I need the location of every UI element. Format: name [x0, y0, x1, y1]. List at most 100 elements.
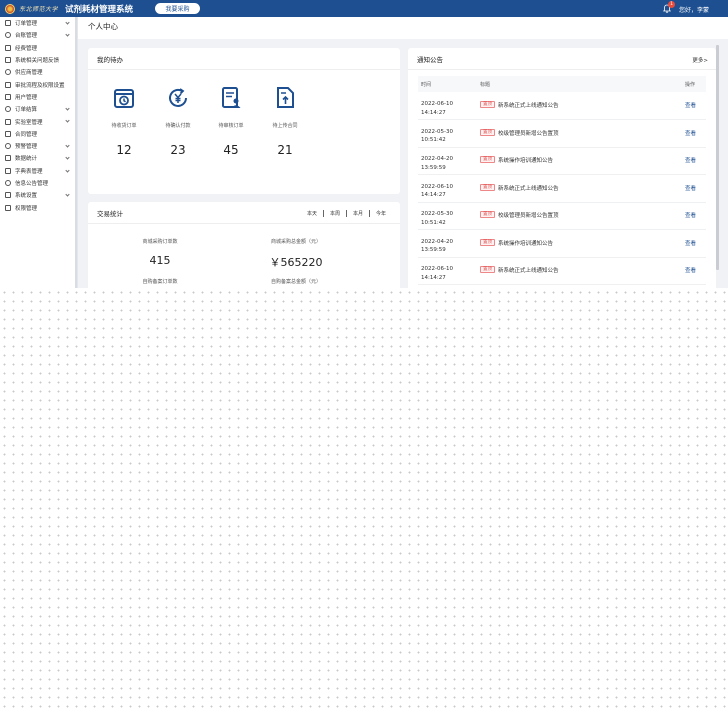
view-link[interactable]: 查看	[685, 156, 696, 164]
stat-value: 415	[149, 254, 171, 267]
notice-clock: 13:59:59	[421, 164, 446, 171]
notice-time: 2022-06-10 14:14:27	[421, 100, 453, 117]
chevron-down-icon	[65, 155, 70, 160]
sidebar-menu: 订单管理台账管理经费管理系统相关问题反馈 供应商管理审批流程及权限设置 用户管理订单…	[0, 17, 77, 214]
table-row: 2022-05-30 10:51:42 置顶 校级管理员新增公告置顶 查看	[418, 204, 706, 230]
top-header: 东北师范大学 试剂耗材管理系统 我要采购 1 您好，李蒙	[0, 0, 728, 17]
pinned-badge: 置顶	[480, 211, 495, 218]
todo-label: 待确认付款	[165, 123, 191, 129]
notice-date: 2022-06-10	[421, 101, 453, 107]
order-icon	[5, 20, 11, 27]
sidebar-item[interactable]: 用户管理	[0, 91, 77, 103]
notice-title[interactable]: 系统操作培训通知公告	[498, 156, 553, 164]
notice-time: 2022-05-30 10:51:42	[421, 128, 453, 145]
system-title: 试剂耗材管理系统	[65, 4, 134, 15]
sidebar-item-label: 审批流程及权限设置	[15, 82, 65, 89]
sidebar-item-label: 订单结算	[15, 107, 38, 114]
todo-item-pending-contract[interactable]: 待上传合同 21	[260, 86, 310, 157]
more-link[interactable]: 更多>	[692, 56, 708, 64]
tab-today[interactable]: 本天	[301, 210, 323, 217]
buy-button[interactable]: 我要采购	[155, 3, 200, 14]
pinned-badge: 置顶	[480, 101, 495, 108]
table-row: 2022-06-10 14:14:27 置顶 新系统正式上线通知公告 查看	[418, 259, 706, 285]
page-title: 个人中心	[78, 17, 728, 39]
sidebar-item-label: 实验室管理	[15, 119, 43, 126]
chevron-down-icon	[65, 106, 70, 111]
notice-date: 2022-06-10	[421, 183, 453, 190]
stat-label: 商城采购订单数	[142, 239, 178, 245]
notice-title[interactable]: 校级管理员新增公告置顶	[498, 211, 559, 219]
view-link[interactable]: 查看	[685, 184, 696, 192]
announcement-icon	[5, 180, 11, 186]
yuan-refresh-icon	[169, 88, 187, 107]
view-link[interactable]: 查看	[685, 129, 696, 137]
settings-icon	[5, 192, 11, 199]
stats-icon	[5, 155, 11, 162]
notice-time: 2022-05-30 10:51:42	[421, 210, 453, 227]
notice-clock: 14:14:27	[421, 192, 446, 198]
page-scrollbar[interactable]	[716, 45, 719, 270]
todo-count: 45	[223, 143, 239, 157]
settlement-icon	[5, 106, 11, 113]
chevron-down-icon	[65, 32, 70, 37]
sidebar-item-label: 经费管理	[15, 45, 38, 52]
notice-title[interactable]: 新系统正式上线通知公告	[498, 184, 559, 192]
sidebar-item[interactable]: 供应商管理	[0, 66, 77, 78]
todo-item-pending-review[interactable]: 待审核订单 45	[206, 86, 256, 157]
sidebar-item[interactable]: 信息公告管理	[0, 177, 77, 189]
notice-title[interactable]: 新系统正式上线通知公告	[498, 266, 559, 274]
stat-label: 商城采购总金额（元）	[270, 239, 321, 245]
sidebar-item[interactable]: 实验室管理	[0, 115, 77, 127]
tab-week[interactable]: 本周	[322, 210, 346, 217]
user-greeting[interactable]: 您好，李蒙	[679, 5, 709, 14]
tab-year[interactable]: 今年	[368, 210, 392, 217]
notice-title[interactable]: 校级管理员新增公告置顶	[498, 129, 559, 137]
todo-item-pending-receipt[interactable]: 待收货订单 12	[99, 86, 149, 157]
document-user-icon	[222, 87, 241, 108]
notice-date: 2022-04-20	[421, 238, 453, 245]
sidebar-item[interactable]: 订单管理	[0, 17, 77, 29]
sidebar-item[interactable]: 审批流程及权限设置	[0, 78, 77, 90]
lab-icon	[5, 118, 11, 125]
sidebar-item[interactable]: 系统相关问题反馈	[0, 54, 77, 66]
sidebar-item[interactable]: 合同管理	[0, 128, 77, 140]
sidebar-item-label: 合同管理	[15, 131, 38, 138]
view-link[interactable]: 查看	[685, 211, 696, 219]
sidebar-item[interactable]: 经费管理	[0, 42, 77, 54]
sidebar-item[interactable]: 订单结算	[0, 103, 77, 115]
todo-label: 待审核订单	[218, 123, 244, 129]
view-link[interactable]: 查看	[685, 101, 696, 109]
sidebar-item-label: 字典表管理	[15, 168, 43, 175]
sidebar-item-label: 用户管理	[15, 94, 38, 101]
tab-month[interactable]: 本月	[345, 210, 369, 217]
todo-item-pending-payment[interactable]: 待确认付款 23	[153, 86, 203, 157]
view-link[interactable]: 查看	[685, 266, 696, 274]
view-link[interactable]: 查看	[685, 239, 696, 247]
approval-icon	[5, 81, 11, 88]
notice-title[interactable]: 新系统正式上线通知公告	[498, 101, 559, 109]
column-title: 标题	[480, 81, 491, 88]
notice-clock: 14:14:27	[421, 274, 446, 281]
sidebar-item[interactable]: 系统设置	[0, 189, 77, 201]
todo-label: 待收货订单	[111, 123, 137, 129]
sidebar-item[interactable]: 台账管理	[0, 29, 77, 41]
sidebar-item-label: 台账管理	[15, 33, 38, 40]
notice-time: 2022-06-10 14:14:27	[421, 183, 453, 200]
sidebar: 订单管理台账管理经费管理系统相关问题反馈 供应商管理审批流程及权限设置 用户管理订单…	[0, 17, 78, 288]
todo-label: 待上传合同	[272, 123, 298, 129]
sidebar-item[interactable]: 权限管理	[0, 201, 77, 213]
table-row: 2022-06-10 14:14:27 置顶 新系统正式上线通知公告 查看	[418, 177, 706, 203]
sidebar-item[interactable]: 数据统计	[0, 152, 77, 164]
sidebar-item-label: 订单管理	[15, 21, 38, 28]
sidebar-item[interactable]: 字典表管理	[0, 165, 77, 177]
pinned-badge: 置顶	[480, 266, 495, 273]
sidebar-scrollbar[interactable]	[75, 17, 77, 288]
stat-label: 自购备案订单数	[142, 279, 178, 285]
todo-card-title: 我的待办	[88, 48, 400, 70]
dictionary-icon	[5, 167, 11, 174]
stat-mall-orders: 商城采购订单数 415	[100, 238, 220, 267]
notice-title[interactable]: 系统操作培训通知公告	[498, 239, 553, 247]
notice-time: 2022-04-20 13:59:59	[421, 238, 453, 255]
sidebar-item[interactable]: 预警管理	[0, 140, 77, 152]
table-row: 2022-06-10 14:14:27 置顶 新系统正式上线通知公告 查看	[418, 94, 706, 120]
